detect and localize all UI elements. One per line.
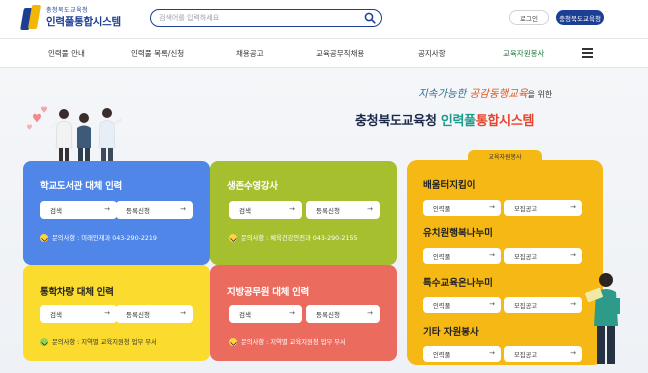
arrow-right-icon: → bbox=[104, 205, 110, 213]
volunteer-section-title: 특수교육온나누미 bbox=[423, 278, 493, 289]
arrow-right-icon: → bbox=[289, 205, 295, 213]
header: 충청북도교육청 인력풀통합시스템 로그인 충청북도교육청 bbox=[0, 0, 648, 38]
contact-info: 문의사항 : 지역별 교육지원청 업무 부서 bbox=[229, 337, 346, 346]
register-button[interactable]: 등록신청 → bbox=[116, 305, 193, 323]
logo-subtitle: 충청북도교육청 bbox=[46, 7, 89, 14]
arrow-right-icon: → bbox=[289, 309, 295, 317]
search-button[interactable]: 검색 → bbox=[229, 201, 302, 219]
card-civil-servant-substitute: 지방공무원 대체 인력 검색 → 등록신청 → 문의사항 : 지역별 교육지원청 업… bbox=[210, 265, 397, 361]
search-button[interactable]: 검색 → bbox=[40, 305, 117, 323]
volunteer-section-title: 기타 자원봉사 bbox=[423, 327, 479, 338]
arrow-right-icon: → bbox=[367, 205, 373, 213]
nav-item-staff-recruit[interactable]: 교육공무직채용 bbox=[316, 39, 364, 68]
recruit-notice-button[interactable]: 모집공고 → bbox=[504, 297, 582, 313]
card-volunteer: 배움터지킴이 인력풀 → 모집공고 → 유치원행복나누미 인력풀 → 모집공고 → 특수… bbox=[407, 160, 603, 365]
office-site-button[interactable]: 충청북도교육청 bbox=[556, 10, 604, 25]
volunteer-section-title: 유치원행복나누미 bbox=[423, 228, 493, 239]
card-survival-swim: 생존수영강사 검색 → 등록신청 → 문의사항 : 체육건강안전과 043-290-… bbox=[210, 161, 397, 265]
card-title: 생존수영강사 bbox=[227, 181, 278, 192]
card-title: 통학차량 대체 인력 bbox=[40, 287, 114, 298]
hero-slogan: 지속가능한 공감동행교육을 위한 bbox=[418, 88, 553, 100]
search-button[interactable]: 검색 → bbox=[40, 201, 117, 219]
arrow-right-icon: → bbox=[489, 300, 495, 308]
pool-button[interactable]: 인력풀 → bbox=[423, 248, 501, 264]
volunteer-section-title: 배움터지킴이 bbox=[423, 180, 476, 191]
arrow-right-icon: → bbox=[570, 203, 576, 211]
contact-info: 문의사항 : 지역별 교육지원청 업무 부서 bbox=[40, 337, 157, 346]
pool-button[interactable]: 인력풀 → bbox=[423, 297, 501, 313]
hamburger-menu-icon[interactable] bbox=[582, 48, 593, 58]
arrow-right-icon: → bbox=[367, 309, 373, 317]
logo-title: 인력풀통합시스템 bbox=[46, 16, 121, 28]
register-button[interactable]: 등록신청 → bbox=[116, 201, 193, 219]
logo-mark-icon bbox=[20, 5, 42, 31]
nav-item-recruit[interactable]: 채용공고 bbox=[236, 39, 264, 68]
arrow-right-icon: → bbox=[489, 349, 495, 357]
search-bar bbox=[150, 9, 382, 27]
search-button[interactable]: 검색 → bbox=[229, 305, 302, 323]
nav-item-list-apply[interactable]: 인력풀 목록/신청 bbox=[131, 39, 184, 68]
nav-item-guide[interactable]: 인력풀 안내 bbox=[48, 39, 85, 68]
guide-person-illustration-icon bbox=[585, 273, 620, 364]
register-button[interactable]: 등록신청 → bbox=[306, 305, 380, 323]
nav-item-volunteer[interactable]: 교육자원봉사 bbox=[503, 39, 544, 68]
arrow-right-icon: → bbox=[570, 251, 576, 259]
login-button[interactable]: 로그인 bbox=[509, 10, 549, 25]
arrow-right-icon: → bbox=[489, 251, 495, 259]
contact-info: 문의사항 : 체육건강안전과 043-290-2155 bbox=[229, 233, 357, 242]
phone-icon bbox=[40, 233, 48, 242]
recruit-notice-button[interactable]: 모집공고 → bbox=[504, 346, 582, 362]
main-nav: 인력풀 안내 인력풀 목록/신청 채용공고 교육공무직채용 공지사항 교육자원봉… bbox=[0, 38, 648, 68]
card-school-bus-substitute: 통학차량 대체 인력 검색 → 등록신청 → 문의사항 : 지역별 교육지원청 업무… bbox=[23, 265, 210, 361]
people-illustration-icon bbox=[50, 108, 123, 162]
arrow-right-icon: → bbox=[489, 203, 495, 211]
card-library-substitute: 학교도서관 대체 인력 검색 → 등록신청 → 문의사항 : 미래인재과 043-2… bbox=[23, 161, 210, 265]
nav-item-notice[interactable]: 공지사항 bbox=[418, 39, 446, 68]
hero-title: 충청북도교육청 인력풀통합시스템 bbox=[355, 114, 535, 129]
search-input[interactable] bbox=[159, 12, 349, 24]
arrow-right-icon: → bbox=[570, 349, 576, 357]
phone-icon bbox=[40, 337, 48, 346]
card-title: 지방공무원 대체 인력 bbox=[227, 287, 309, 298]
register-button[interactable]: 등록신청 → bbox=[306, 201, 380, 219]
contact-info: 문의사항 : 미래인재과 043-290-2219 bbox=[40, 233, 157, 242]
site-logo[interactable]: 충청북도교육청 인력풀통합시스템 bbox=[20, 5, 121, 31]
search-icon[interactable] bbox=[364, 12, 376, 24]
phone-icon bbox=[229, 337, 237, 346]
arrow-right-icon: → bbox=[570, 300, 576, 308]
pool-button[interactable]: 인력풀 → bbox=[423, 346, 501, 362]
arrow-right-icon: → bbox=[104, 309, 110, 317]
pool-button[interactable]: 인력풀 → bbox=[423, 200, 501, 216]
phone-icon bbox=[229, 233, 237, 242]
arrow-right-icon: → bbox=[180, 205, 186, 213]
recruit-notice-button[interactable]: 모집공고 → bbox=[504, 248, 582, 264]
recruit-notice-button[interactable]: 모집공고 → bbox=[504, 200, 582, 216]
card-title: 학교도서관 대체 인력 bbox=[40, 181, 122, 192]
arrow-right-icon: → bbox=[180, 309, 186, 317]
